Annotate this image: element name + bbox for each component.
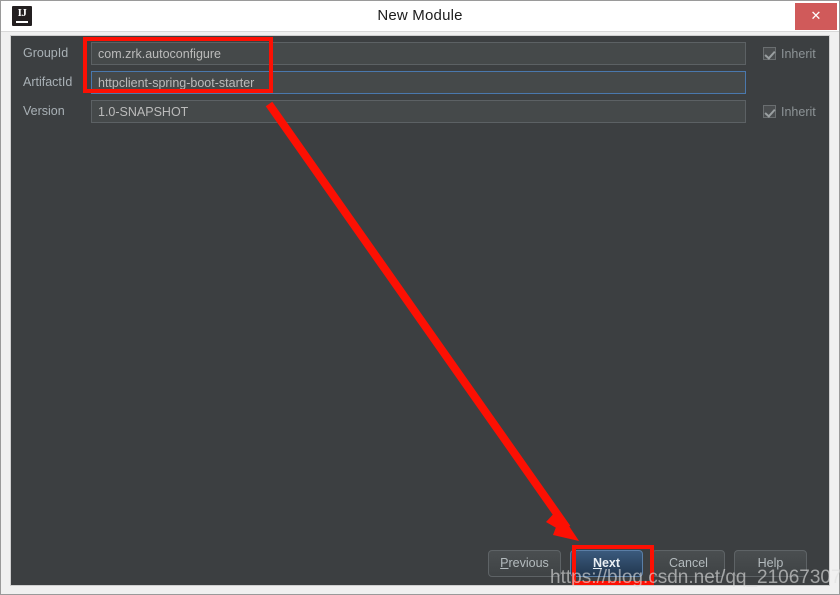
checkbox-checked-icon[interactable] [763,47,776,60]
artifactid-row: ArtifactId [11,69,829,96]
version-inherit-label: Inherit [781,104,816,119]
cancel-button[interactable]: Cancel [652,550,725,577]
previous-button-mnemonic: P [500,556,509,570]
artifactid-input[interactable] [91,71,746,94]
close-icon[interactable]: ✕ [795,3,837,30]
title-bar: IJ New Module ✕ [1,1,839,32]
version-label: Version [23,104,65,118]
window-title: New Module [377,7,463,24]
version-input[interactable] [91,100,746,123]
next-button-mnemonic: N [592,556,602,570]
dialog-body: GroupId Inherit ArtifactId Version Inher… [10,35,830,586]
new-module-dialog-window: IJ New Module ✕ GroupId Inherit Artifact… [0,0,840,595]
previous-button[interactable]: Previous [488,550,561,577]
groupid-inherit-checkbox[interactable]: Inherit [763,44,816,63]
groupid-inherit-label: Inherit [781,46,816,61]
groupid-label: GroupId [23,46,69,60]
version-row: Version Inherit [11,98,829,125]
module-coordinates-form: GroupId Inherit ArtifactId Version Inher… [11,36,829,127]
checkbox-checked-icon[interactable] [763,105,776,118]
previous-button-label: revious [508,556,549,570]
artifactid-label: ArtifactId [23,75,73,89]
dialog-button-bar: Previous Next Cancel Help [11,550,829,577]
help-button[interactable]: Help [734,550,807,577]
next-button-label: ext [601,556,621,570]
groupid-input[interactable] [91,42,746,65]
next-button[interactable]: Next [570,550,643,577]
groupid-row: GroupId Inherit [11,40,829,67]
version-inherit-checkbox[interactable]: Inherit [763,102,816,121]
